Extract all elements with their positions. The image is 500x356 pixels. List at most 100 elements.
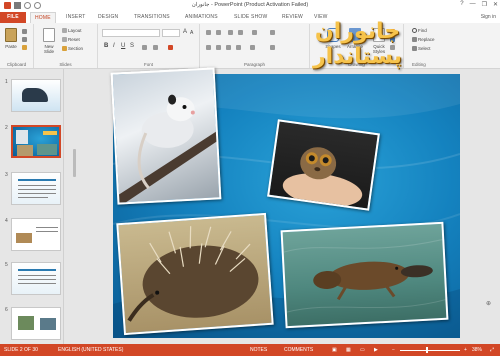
close-button[interactable]: ✕: [493, 1, 498, 8]
slide-title[interactable]: جانوران پستاندار: [270, 19, 445, 69]
powerpoint-logo-icon: [4, 2, 11, 9]
loris-photo[interactable]: [267, 119, 380, 211]
font-group-label: Font: [143, 62, 153, 67]
new-slide-icon: [43, 28, 55, 42]
bold-button[interactable]: B: [104, 43, 108, 49]
zoom-level[interactable]: 38%: [472, 347, 482, 353]
slide-thumbnail-1[interactable]: [11, 79, 61, 112]
opossum-photo[interactable]: [110, 67, 222, 205]
thumbnail-scrollbar[interactable]: [72, 69, 77, 344]
font-group: A A B I U S Font: [98, 24, 200, 68]
sign-in-link[interactable]: Sign in: [481, 14, 496, 20]
slides-group: New Slide Layout Reset Section Slides: [34, 24, 98, 68]
slide-sorter-icon[interactable]: ▦: [346, 347, 351, 353]
cut-icon[interactable]: [22, 29, 27, 34]
section-label: Section: [68, 46, 84, 51]
tab-home[interactable]: HOME: [30, 12, 56, 23]
tab-insert[interactable]: INSERT: [62, 12, 89, 23]
zoom-slider-thumb[interactable]: [426, 347, 428, 353]
tab-file[interactable]: FILE: [0, 12, 26, 23]
line-spacing-icon[interactable]: [252, 30, 257, 35]
align-left-icon[interactable]: [206, 45, 211, 50]
thumbnail-graphic: [16, 233, 32, 243]
restore-button[interactable]: ❐: [482, 1, 487, 8]
strikethrough-button[interactable]: S: [130, 43, 134, 49]
paste-label: Paste: [5, 44, 17, 49]
bullets-icon[interactable]: [206, 30, 211, 35]
thumbnail-text-line: [36, 231, 58, 232]
zoom-in-icon[interactable]: +: [464, 347, 467, 353]
thumbnail-graphic: [18, 316, 34, 330]
slide-thumbnail-5[interactable]: [11, 262, 61, 295]
slide-number: 6: [5, 307, 8, 313]
layout-icon: [62, 28, 67, 34]
slide-thumbnail-6[interactable]: [11, 307, 61, 340]
increase-font-icon[interactable]: A: [183, 29, 187, 35]
scrollbar-thumb[interactable]: [73, 149, 76, 177]
minimize-button[interactable]: —: [470, 1, 476, 8]
decrease-indent-icon[interactable]: [228, 30, 233, 35]
slide-counter: SLIDE 2 OF 30: [4, 347, 38, 353]
echidna-photo[interactable]: [116, 212, 274, 336]
reset-button[interactable]: Reset: [62, 37, 80, 43]
tab-animations[interactable]: ANIMATIONS: [181, 12, 222, 23]
quick-access-toolbar: [4, 2, 41, 9]
thumbnail-text-line: [18, 283, 56, 284]
char-spacing-icon[interactable]: [142, 45, 147, 50]
echidna-illustration: [127, 226, 259, 322]
thumbnail-text-line: [36, 227, 58, 228]
undo-icon[interactable]: [24, 2, 31, 9]
paste-icon: [5, 28, 17, 42]
zoom-slider[interactable]: [400, 350, 460, 351]
reading-view-icon[interactable]: ▭: [360, 347, 365, 353]
redo-icon[interactable]: [34, 2, 41, 9]
language-indicator[interactable]: ENGLISH (UNITED STATES): [58, 347, 123, 353]
italic-button[interactable]: I: [113, 43, 115, 49]
slide-thumbnail-2[interactable]: [11, 125, 61, 158]
font-color-icon[interactable]: [168, 45, 173, 50]
format-painter-icon[interactable]: [22, 45, 27, 50]
notes-button[interactable]: NOTES: [250, 347, 267, 353]
help-button[interactable]: ?: [460, 1, 463, 8]
align-center-icon[interactable]: [216, 45, 221, 50]
thumbnail-text-line: [18, 185, 56, 186]
clipboard-group: Paste Clipboard: [0, 24, 34, 68]
align-right-icon[interactable]: [226, 45, 231, 50]
justify-icon[interactable]: [236, 45, 241, 50]
thumbnail-text-line: [18, 275, 56, 276]
new-slide-button[interactable]: New Slide: [40, 28, 58, 54]
font-size-select[interactable]: [162, 29, 180, 37]
font-name-select[interactable]: [102, 29, 160, 37]
slideshow-icon[interactable]: ▶: [374, 347, 378, 353]
comments-button[interactable]: COMMENTS: [284, 347, 313, 353]
reset-icon: [62, 37, 67, 43]
normal-view-icon[interactable]: ▣: [332, 347, 337, 353]
fit-slide-icon[interactable]: ⊕: [486, 300, 491, 307]
paste-button[interactable]: Paste: [2, 28, 20, 49]
slide-thumbnails-panel: 1 2 3 4 5 6: [0, 69, 64, 344]
slides-group-label: Slides: [59, 62, 72, 67]
copy-icon[interactable]: [22, 37, 27, 42]
window-title: جانوران - PowerPoint (Product Activation…: [191, 2, 309, 8]
tab-slide-show[interactable]: SLIDE SHOW: [230, 12, 271, 23]
layout-label: Layout: [68, 28, 82, 33]
slide-number: 1: [5, 79, 8, 85]
tab-transitions[interactable]: TRANSITIONS: [130, 12, 174, 23]
numbering-icon[interactable]: [216, 30, 221, 35]
tab-design[interactable]: DESIGN: [94, 12, 122, 23]
thumbnail-text-line: [18, 189, 56, 190]
save-icon[interactable]: [14, 2, 21, 9]
slide-number: 4: [5, 218, 8, 224]
zoom-out-icon[interactable]: −: [392, 347, 395, 353]
slide-thumbnail-3[interactable]: [11, 172, 61, 205]
change-case-icon[interactable]: [153, 45, 158, 50]
layout-button[interactable]: Layout: [62, 28, 82, 34]
columns-icon[interactable]: [250, 45, 255, 50]
fit-window-icon[interactable]: ⤢: [490, 347, 494, 353]
slide-thumbnail-4[interactable]: [11, 218, 61, 251]
platypus-photo[interactable]: [280, 221, 449, 329]
underline-button[interactable]: U: [121, 43, 125, 49]
increase-indent-icon[interactable]: [238, 30, 243, 35]
decrease-font-icon[interactable]: A: [190, 30, 193, 36]
section-button[interactable]: Section: [62, 46, 84, 52]
